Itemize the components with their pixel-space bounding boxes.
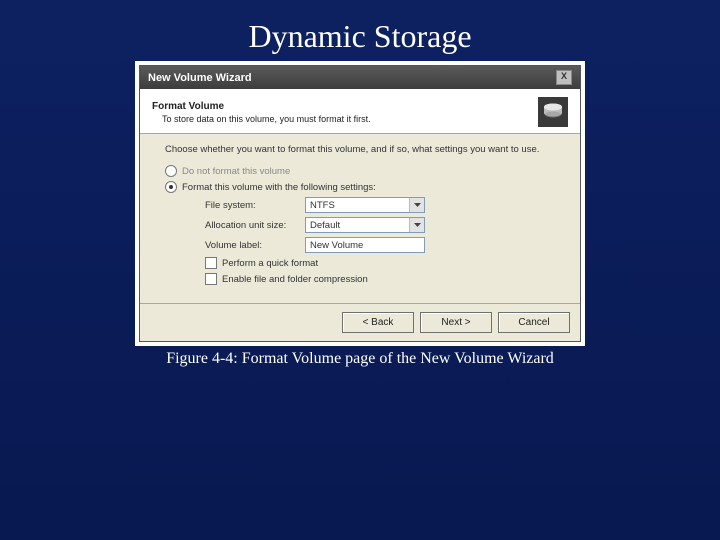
header-title: Format Volume [152, 101, 371, 112]
compression-label: Enable file and folder compression [222, 274, 368, 285]
next-button[interactable]: Next > [420, 312, 492, 333]
figure-caption: Figure 4-4: Format Volume page of the Ne… [0, 350, 720, 368]
radio-no-format[interactable]: Do not format this volume [165, 165, 555, 177]
titlebar: New Volume Wizard X [140, 66, 580, 89]
header-subtitle: To store data on this volume, you must f… [162, 114, 371, 124]
filesystem-label: File system: [205, 200, 305, 211]
wizard-content: Choose whether you want to format this v… [140, 134, 580, 297]
checkbox-icon [205, 273, 217, 285]
wizard-header: Format Volume To store data on this volu… [140, 89, 580, 134]
cancel-button[interactable]: Cancel [498, 312, 570, 333]
disk-icon [538, 97, 568, 127]
allocation-select[interactable]: Default [305, 217, 425, 233]
chevron-down-icon [409, 198, 424, 212]
filesystem-value: NTFS [306, 198, 409, 212]
checkbox-icon [205, 257, 217, 269]
back-button[interactable]: < Back [342, 312, 414, 333]
radio-format-label: Format this volume with the following se… [182, 182, 376, 193]
radio-no-format-label: Do not format this volume [182, 166, 290, 177]
volume-label-label: Volume label: [205, 240, 305, 251]
close-button[interactable]: X [556, 70, 572, 85]
instruction-text: Choose whether you want to format this v… [165, 144, 555, 155]
button-bar: < Back Next > Cancel [140, 304, 580, 341]
volume-label-input[interactable]: New Volume [305, 237, 425, 253]
radio-format-with-settings[interactable]: Format this volume with the following se… [165, 181, 555, 193]
radio-icon [165, 181, 177, 193]
quick-format-label: Perform a quick format [222, 258, 318, 269]
slide-title: Dynamic Storage [0, 18, 720, 55]
checkbox-compression[interactable]: Enable file and folder compression [205, 273, 555, 285]
radio-icon [165, 165, 177, 177]
format-settings: File system: NTFS Allocation unit size: … [185, 197, 555, 285]
checkbox-quick-format[interactable]: Perform a quick format [205, 257, 555, 269]
window-title: New Volume Wizard [148, 72, 252, 84]
filesystem-select[interactable]: NTFS [305, 197, 425, 213]
allocation-value: Default [306, 218, 409, 232]
wizard-window: New Volume Wizard X Format Volume To sto… [139, 65, 581, 342]
chevron-down-icon [409, 218, 424, 232]
allocation-label: Allocation unit size: [205, 220, 305, 231]
